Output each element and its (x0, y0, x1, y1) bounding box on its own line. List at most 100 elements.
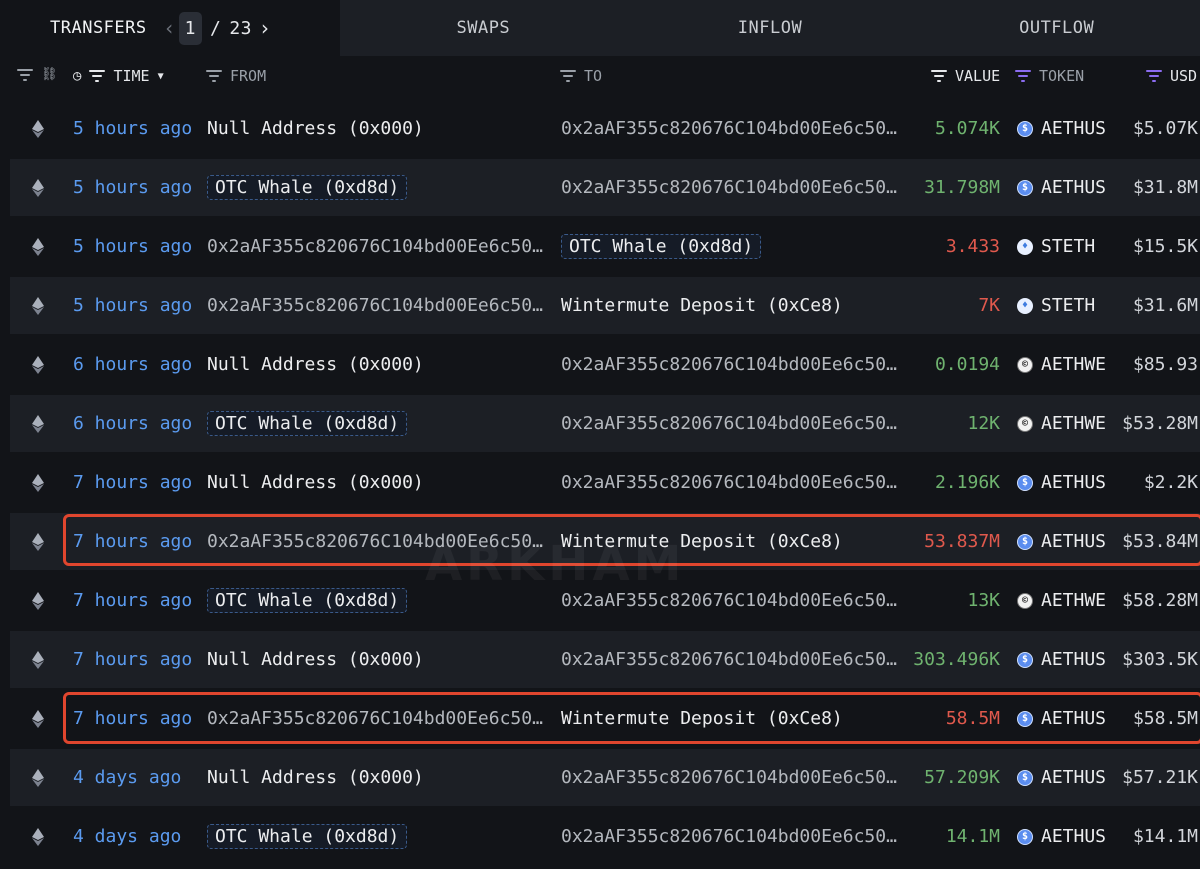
header-chain[interactable]: ⛓ (17, 67, 58, 82)
link-icon[interactable]: ⛓ (41, 67, 58, 82)
from-entity[interactable]: Null Address (0x000) (207, 454, 424, 511)
filter-icon[interactable] (931, 70, 947, 82)
table-row[interactable]: 7 hours ago 0x2aAF355c820676C104bd00Ee6c… (10, 690, 1200, 747)
token[interactable]: ♦ STETH (1017, 218, 1095, 275)
ethereum-icon (30, 749, 46, 806)
token[interactable]: $ AETHUS (1017, 749, 1106, 806)
value: 3.433 (945, 236, 1000, 257)
time-link[interactable]: 7 hours ago (73, 690, 192, 747)
chevron-left-icon[interactable]: ‹ (161, 16, 179, 40)
header-usd[interactable]: USD (1146, 67, 1197, 85)
table-row[interactable]: 6 hours ago OTC Whale (0xd8d) 0x2aAF355c… (10, 395, 1200, 452)
time-link[interactable]: 5 hours ago (73, 218, 192, 275)
from-entity[interactable]: Null Address (0x000) (207, 100, 424, 157)
from-entity[interactable]: Null Address (0x000) (207, 336, 424, 393)
table-row[interactable]: 7 hours ago 0x2aAF355c820676C104bd00Ee6c… (10, 513, 1200, 570)
header-value[interactable]: VALUE (931, 67, 1000, 85)
entity-tag[interactable]: OTC Whale (0xd8d) (207, 824, 408, 849)
header-time[interactable]: ◷ TIME ▼ (73, 67, 164, 85)
entity-tag[interactable]: OTC Whale (0xd8d) (207, 588, 408, 613)
tab-inflow[interactable]: INFLOW (627, 0, 914, 56)
value: 13K (967, 590, 1000, 611)
time-link[interactable]: 7 hours ago (73, 454, 192, 511)
table-row[interactable]: 7 hours ago Null Address (0x000) 0x2aAF3… (10, 631, 1200, 688)
header-token-label: TOKEN (1039, 67, 1085, 85)
table-row[interactable]: 5 hours ago OTC Whale (0xd8d) 0x2aAF355c… (10, 159, 1200, 216)
chevron-right-icon[interactable]: › (256, 16, 274, 40)
token[interactable]: © AETHWE (1017, 572, 1106, 629)
ethereum-icon (30, 454, 46, 511)
token-symbol: AETHUS (1041, 472, 1107, 493)
from-address[interactable]: 0x2aAF355c820676C104bd00Ee6c50… (207, 513, 543, 570)
token[interactable]: $ AETHUS (1017, 454, 1106, 511)
usd-value: $57.21K (1122, 767, 1198, 788)
header-from[interactable]: FROM (206, 67, 266, 85)
token[interactable]: © AETHWE (1017, 336, 1106, 393)
header-to[interactable]: TO (560, 67, 602, 85)
token[interactable]: $ AETHUS (1017, 513, 1106, 570)
table-row[interactable]: 6 hours ago Null Address (0x000) 0x2aAF3… (10, 336, 1200, 393)
time-link[interactable]: 6 hours ago (73, 395, 192, 452)
filter-icon[interactable] (89, 70, 106, 82)
token[interactable]: $ AETHUS (1017, 159, 1106, 216)
token-symbol: STETH (1041, 236, 1096, 257)
from-entity[interactable]: OTC Whale (0xd8d) (207, 395, 408, 452)
from-address[interactable]: 0x2aAF355c820676C104bd00Ee6c50… (207, 690, 543, 747)
from-entity[interactable]: OTC Whale (0xd8d) (207, 159, 408, 216)
time-link[interactable]: 5 hours ago (73, 100, 192, 157)
entity-tag[interactable]: OTC Whale (0xd8d) (561, 234, 762, 259)
header-token[interactable]: TOKEN (1015, 67, 1084, 85)
page-total: 23 (229, 17, 252, 39)
token[interactable]: $ AETHUS (1017, 808, 1106, 865)
time-link[interactable]: 7 hours ago (73, 631, 192, 688)
ethereum-icon (30, 572, 46, 629)
time-link[interactable]: 5 hours ago (73, 159, 192, 216)
entity-tag[interactable]: OTC Whale (0xd8d) (207, 175, 408, 200)
token[interactable]: © AETHWE (1017, 395, 1106, 452)
token[interactable]: $ AETHUS (1017, 690, 1106, 747)
filter-icon[interactable] (1146, 70, 1162, 82)
filter-icon[interactable] (206, 70, 222, 82)
time-link[interactable]: 6 hours ago (73, 336, 192, 393)
entity-tag[interactable]: OTC Whale (0xd8d) (207, 411, 408, 436)
time-link[interactable]: 7 hours ago (73, 572, 192, 629)
time-link[interactable]: 4 days ago (73, 808, 181, 865)
tab-outflow[interactable]: OUTFLOW (913, 0, 1200, 56)
time-link[interactable]: 4 days ago (73, 749, 181, 806)
ethereum-icon (30, 277, 46, 334)
table-row[interactable]: 5 hours ago Null Address (0x000) 0x2aAF3… (10, 100, 1200, 157)
token[interactable]: $ AETHUS (1017, 100, 1106, 157)
caret-down-icon[interactable]: ▼ (158, 71, 164, 82)
from-entity[interactable]: Null Address (0x000) (207, 749, 424, 806)
filter-icon[interactable] (560, 70, 576, 82)
table-row[interactable]: 4 days ago OTC Whale (0xd8d) 0x2aAF355c8… (10, 808, 1200, 865)
usd-value: $31.6M (1132, 295, 1198, 316)
table-row[interactable]: 7 hours ago OTC Whale (0xd8d) 0x2aAF355c… (10, 572, 1200, 629)
value: 14.1M (945, 826, 1000, 847)
to-entity[interactable]: OTC Whale (0xd8d) (561, 218, 762, 275)
page-current[interactable]: 1 (178, 11, 202, 45)
tab-transfers[interactable]: TRANSFERS ‹ 1 / 23 › (0, 0, 340, 56)
table-row[interactable]: 4 days ago Null Address (0x000) 0x2aAF35… (10, 749, 1200, 806)
token-symbol: AETHUS (1041, 826, 1107, 847)
steth-token-icon: ♦ (1017, 238, 1033, 255)
clock-icon: ◷ (73, 68, 82, 84)
aethwe-token-icon: © (1017, 356, 1033, 373)
time-link[interactable]: 5 hours ago (73, 277, 192, 334)
filter-icon[interactable] (17, 68, 33, 81)
filter-icon[interactable] (1015, 70, 1031, 82)
from-entity[interactable]: OTC Whale (0xd8d) (207, 572, 408, 629)
table-row[interactable]: 7 hours ago Null Address (0x000) 0x2aAF3… (10, 454, 1200, 511)
from-address[interactable]: 0x2aAF355c820676C104bd00Ee6c50… (207, 277, 543, 334)
token[interactable]: ♦ STETH (1017, 277, 1095, 334)
tab-swaps[interactable]: SWAPS (340, 0, 627, 56)
token-symbol: AETHUS (1041, 649, 1107, 670)
table-row[interactable]: 5 hours ago 0x2aAF355c820676C104bd00Ee6c… (10, 277, 1200, 334)
from-entity[interactable]: OTC Whale (0xd8d) (207, 808, 408, 865)
from-address[interactable]: 0x2aAF355c820676C104bd00Ee6c50… (207, 218, 543, 275)
time-link[interactable]: 7 hours ago (73, 513, 192, 570)
tab-group: SWAPS INFLOW OUTFLOW (340, 0, 1200, 56)
from-entity[interactable]: Null Address (0x000) (207, 631, 424, 688)
table-row[interactable]: 5 hours ago 0x2aAF355c820676C104bd00Ee6c… (10, 218, 1200, 275)
token[interactable]: $ AETHUS (1017, 631, 1106, 688)
